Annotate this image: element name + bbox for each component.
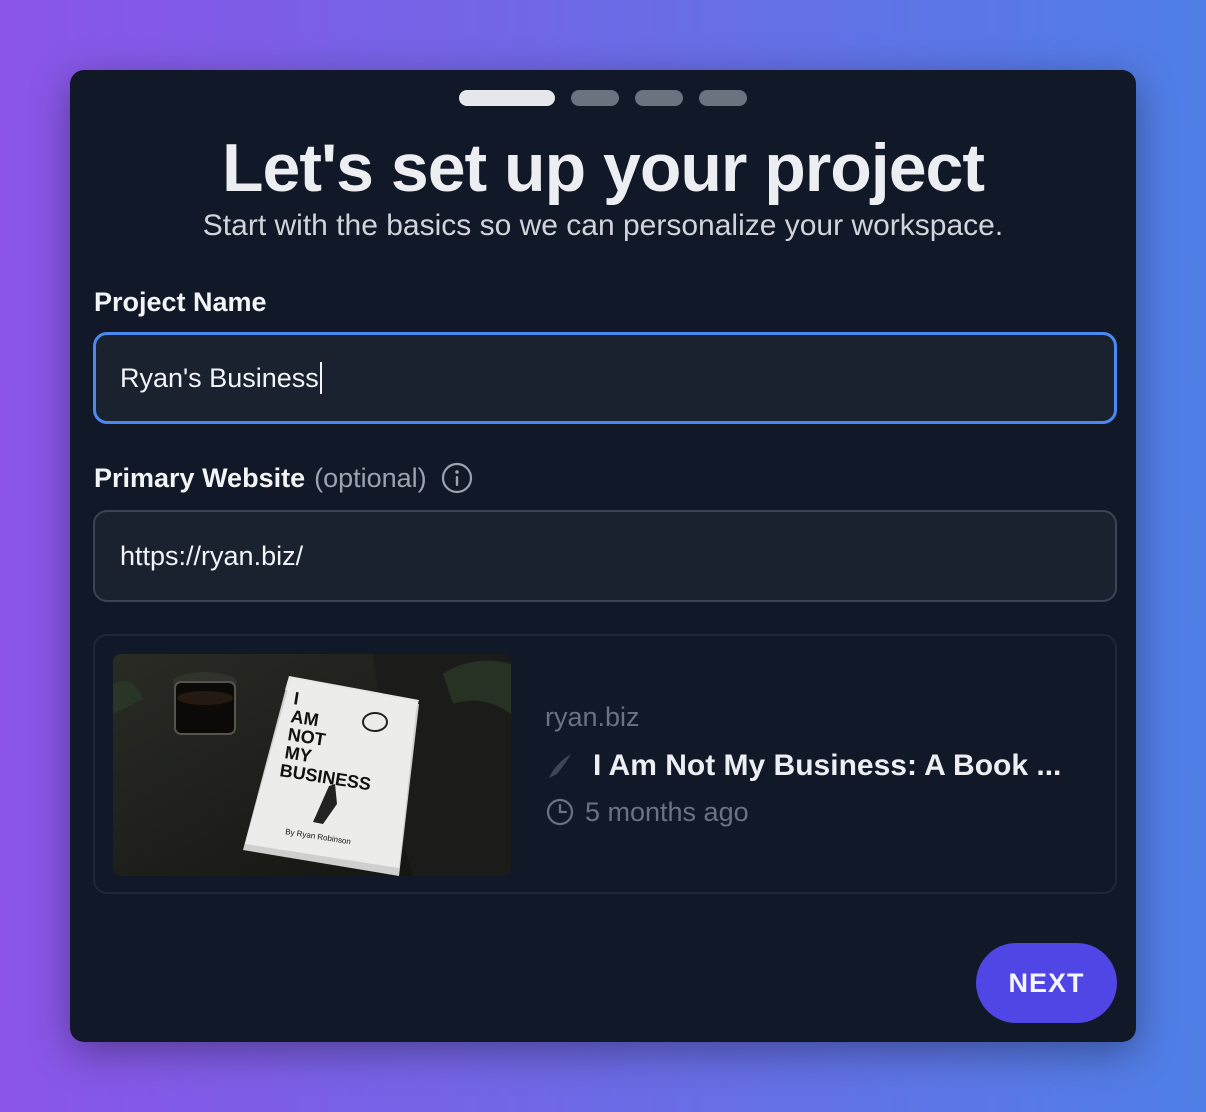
step-3-indicator: [635, 90, 683, 106]
website-label-text: Primary Website: [94, 463, 306, 493]
project-name-label-text: Project Name: [94, 287, 267, 317]
clock-icon: [545, 797, 575, 827]
setup-card: Let's set up your project Start with the…: [70, 70, 1136, 1042]
website-value: https://ryan.biz/: [120, 540, 304, 571]
page-subtitle: Start with the basics so we can personal…: [202, 209, 1004, 242]
page-title: Let's set up your project: [222, 130, 985, 206]
preview-title: I Am Not My Business: A Book ...: [545, 746, 1061, 786]
next-button[interactable]: NEXT: [976, 943, 1117, 1023]
link-preview-card[interactable]: I AM NOT MY BUSINESS By Ryan Robinson ry…: [93, 634, 1117, 894]
website-label: Primary Website (optional): [94, 460, 473, 496]
website-input[interactable]: https://ryan.biz/: [93, 510, 1117, 602]
project-name-input[interactable]: Ryan's Business: [93, 332, 1117, 424]
preview-time-text: 5 months ago: [585, 797, 749, 827]
preview-domain: ryan.biz: [545, 702, 640, 732]
project-name-label: Project Name: [94, 284, 267, 320]
site-favicon-icon: [545, 750, 577, 782]
info-icon[interactable]: [441, 462, 473, 494]
preview-time: 5 months ago: [545, 794, 749, 830]
step-1-indicator: [459, 90, 555, 106]
preview-thumbnail: I AM NOT MY BUSINESS By Ryan Robinson: [113, 654, 511, 876]
preview-title-text: I Am Not My Business: A Book ...: [593, 749, 1062, 782]
project-name-value: Ryan's Business: [120, 362, 319, 393]
optional-label: (optional): [314, 463, 427, 493]
step-2-indicator: [571, 90, 619, 106]
step-indicator: [70, 90, 1136, 106]
step-4-indicator: [699, 90, 747, 106]
text-caret: [319, 362, 322, 394]
